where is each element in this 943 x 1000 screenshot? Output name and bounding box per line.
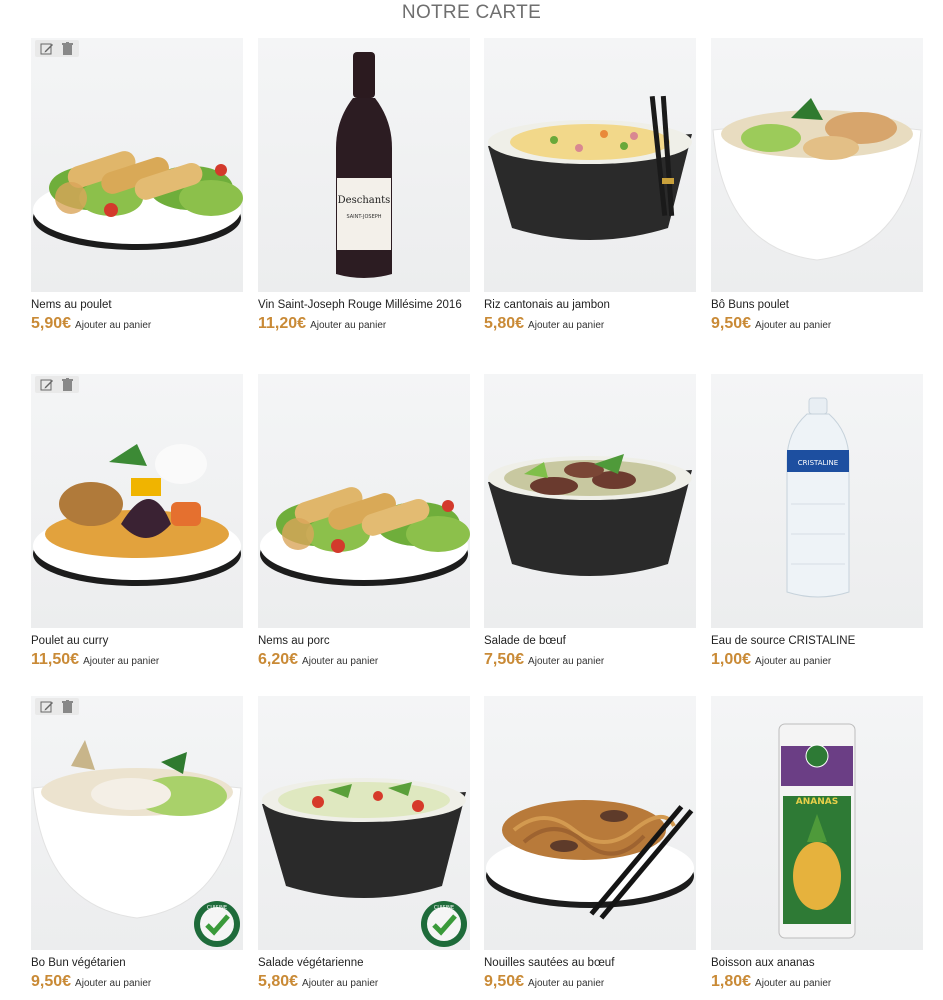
price-row: 11,20€ Ajouter au panier: [258, 315, 470, 333]
price-row: 5,80€ Ajouter au panier: [258, 973, 470, 991]
product-name[interactable]: Poulet au curry: [31, 634, 243, 648]
product-price: 5,80€: [484, 315, 525, 332]
price-row: 7,50€ Ajouter au panier: [484, 651, 696, 669]
add-to-cart-link[interactable]: Ajouter au panier: [528, 320, 604, 331]
product-name[interactable]: Boisson aux ananas: [711, 956, 923, 970]
price-row: 9,50€ Ajouter au panier: [31, 973, 243, 991]
price-row: 5,80€ Ajouter au panier: [484, 315, 696, 333]
product-card[interactable]: ANANAS Boisson aux ananas 1,80€ Ajouter …: [711, 696, 923, 991]
price-row: 1,00€ Ajouter au panier: [711, 651, 923, 669]
product-name[interactable]: Eau de source CRISTALINE: [711, 634, 923, 648]
product-card[interactable]: Riz cantonais au jambon 5,80€ Ajouter au…: [484, 38, 696, 333]
product-photo[interactable]: [31, 38, 243, 292]
product-price: 1,80€: [711, 973, 752, 990]
edit-icon[interactable]: [39, 377, 54, 392]
admin-tools: [35, 40, 79, 57]
product-card[interactable]: Nems au porc 6,20€ Ajouter au panier: [258, 374, 470, 669]
product-name[interactable]: Bo Bun végétarien: [31, 956, 243, 970]
product-name[interactable]: Salade végétarienne: [258, 956, 470, 970]
add-to-cart-link[interactable]: Ajouter au panier: [528, 656, 604, 667]
product-price: 11,50€: [31, 651, 80, 668]
product-card[interactable]: Poulet au curry 11,50€ Ajouter au panier: [31, 374, 243, 669]
add-to-cart-link[interactable]: Ajouter au panier: [755, 320, 831, 331]
trash-icon[interactable]: [60, 699, 75, 714]
product-name[interactable]: Nouilles sautées au bœuf: [484, 956, 696, 970]
product-photo[interactable]: ANANAS: [711, 696, 923, 950]
product-price: 9,50€: [711, 315, 752, 332]
add-to-cart-link[interactable]: Ajouter au panier: [75, 320, 151, 331]
product-card[interactable]: CUISINE Bo Bun végétarien 9,50€ Ajouter …: [31, 696, 243, 991]
product-price: 1,00€: [711, 651, 752, 668]
price-row: 5,90€ Ajouter au panier: [31, 315, 243, 333]
add-to-cart-link[interactable]: Ajouter au panier: [755, 978, 831, 989]
svg-text:ANANAS: ANANAS: [796, 797, 838, 807]
admin-tools: [35, 376, 79, 393]
svg-text:Deschants: Deschants: [338, 195, 391, 206]
add-to-cart-link[interactable]: Ajouter au panier: [528, 978, 604, 989]
product-card[interactable]: Bô Buns poulet 9,50€ Ajouter au panier: [711, 38, 923, 333]
price-row: 9,50€ Ajouter au panier: [484, 973, 696, 991]
product-photo[interactable]: [484, 696, 696, 950]
vegetarian-badge-icon: CUISINE: [420, 900, 468, 948]
price-row: 11,50€ Ajouter au panier: [31, 651, 243, 669]
product-price: 6,20€: [258, 651, 299, 668]
add-to-cart-link[interactable]: Ajouter au panier: [83, 656, 159, 667]
product-photo[interactable]: [711, 38, 923, 292]
product-card[interactable]: Salade de bœuf 7,50€ Ajouter au panier: [484, 374, 696, 669]
product-photo[interactable]: [484, 38, 696, 292]
admin-tools: [35, 698, 79, 715]
trash-icon[interactable]: [60, 41, 75, 56]
product-photo[interactable]: CUISINE: [31, 696, 243, 950]
svg-text:SAINT-JOSEPH: SAINT-JOSEPH: [346, 214, 381, 220]
product-photo[interactable]: [31, 374, 243, 628]
price-row: 1,80€ Ajouter au panier: [711, 973, 923, 991]
add-to-cart-link[interactable]: Ajouter au panier: [755, 656, 831, 667]
add-to-cart-link[interactable]: Ajouter au panier: [310, 320, 386, 331]
product-price: 5,80€: [258, 973, 299, 990]
add-to-cart-link[interactable]: Ajouter au panier: [75, 978, 151, 989]
product-card[interactable]: Deschants SAINT-JOSEPH Vin Saint-Joseph …: [258, 38, 470, 333]
product-name[interactable]: Riz cantonais au jambon: [484, 298, 696, 312]
product-price: 9,50€: [484, 973, 525, 990]
add-to-cart-link[interactable]: Ajouter au panier: [302, 978, 378, 989]
product-card[interactable]: Nouilles sautées au bœuf 9,50€ Ajouter a…: [484, 696, 696, 991]
product-photo[interactable]: [258, 374, 470, 628]
trash-icon[interactable]: [60, 377, 75, 392]
edit-icon[interactable]: [39, 699, 54, 714]
product-name[interactable]: Salade de bœuf: [484, 634, 696, 648]
product-price: 11,20€: [258, 315, 307, 332]
product-price: 7,50€: [484, 651, 525, 668]
svg-text:CUISINE: CUISINE: [434, 905, 454, 911]
product-card[interactable]: CRISTALINE Eau de source CRISTALINE 1,00…: [711, 374, 923, 669]
product-photo[interactable]: CRISTALINE: [711, 374, 923, 628]
product-price: 9,50€: [31, 973, 72, 990]
product-photo[interactable]: [484, 374, 696, 628]
product-name[interactable]: Vin Saint-Joseph Rouge Millésime 2016: [258, 298, 470, 312]
product-card[interactable]: Nems au poulet 5,90€ Ajouter au panier: [31, 38, 243, 333]
product-name[interactable]: Bô Buns poulet: [711, 298, 923, 312]
product-name[interactable]: Nems au porc: [258, 634, 470, 648]
price-row: 9,50€ Ajouter au panier: [711, 315, 923, 333]
page-title: NOTRE CARTE: [401, 2, 542, 23]
product-photo[interactable]: CUISINE: [258, 696, 470, 950]
svg-text:CUISINE: CUISINE: [207, 905, 227, 911]
vegetarian-badge-icon: CUISINE: [193, 900, 241, 948]
product-name[interactable]: Nems au poulet: [31, 298, 243, 312]
svg-text:CRISTALINE: CRISTALINE: [798, 459, 838, 467]
product-card[interactable]: CUISINE Salade végétarienne 5,80€ Ajoute…: [258, 696, 470, 991]
add-to-cart-link[interactable]: Ajouter au panier: [302, 656, 378, 667]
price-row: 6,20€ Ajouter au panier: [258, 651, 470, 669]
product-photo[interactable]: Deschants SAINT-JOSEPH: [258, 38, 470, 292]
product-price: 5,90€: [31, 315, 72, 332]
edit-icon[interactable]: [39, 41, 54, 56]
